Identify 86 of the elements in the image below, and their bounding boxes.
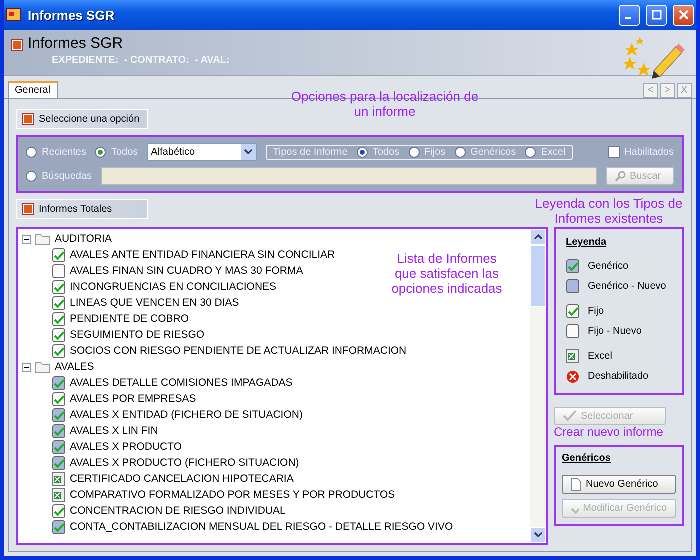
checked-document-icon [52,248,66,262]
legend-item: Genérico - Nuevo [566,278,672,294]
window-title: Informes SGR [28,8,116,22]
scroll-up-icon[interactable] [534,234,542,240]
checked-document-icon [52,280,66,294]
scrollbar-thumb[interactable] [530,245,546,307]
tree-item[interactable]: LINEAS QUE VENCEN EN 30 DIAS [52,295,240,311]
legend-item: Fijo - Nuevo [566,324,672,340]
app-icon [6,7,22,23]
section-title: Informes Totales [39,204,112,214]
checked-document-icon [52,328,66,342]
tree-item[interactable]: PENDIENTE DE COBRO [52,311,190,327]
tree-item[interactable]: INCONGRUENCIAS EN CONCILIACIONES [52,279,277,295]
checked-document-icon [52,504,66,518]
tree-item[interactable]: AVALES ANTE ENTIDAD FINANCIERA SIN CONCILIAR [52,247,336,263]
document-icon [566,278,580,294]
disabled-icon [566,370,580,384]
section-title: Seleccione una opción [39,114,140,124]
close-icon [678,10,688,20]
checked-document-icon [52,440,66,454]
scrollbar[interactable] [530,229,546,543]
bullet-icon [23,114,33,124]
tree-item[interactable]: AVALES FINAN SIN CUADRO Y MAS 30 FORMA [52,263,304,279]
bullet-icon [23,204,33,214]
new-generic-button[interactable]: Nuevo Genérico [562,475,676,494]
folder-icon [35,360,51,374]
tab[interactable]: General [8,81,58,98]
annotation-text: Leyenda con los Tipos de Infomes existentes [534,196,684,226]
annotation-text: Lista de Informes que satisfacen las opciones indicadas [390,251,504,296]
maximize-icon [652,10,662,20]
checked-document-icon [52,296,66,310]
maximize-button[interactable] [646,4,667,26]
checked-document-icon [52,392,66,406]
tree-item[interactable]: AVALES POR EMPRESAS [52,391,196,407]
tree-item[interactable]: AVALES X PRODUCTO [52,439,182,455]
document-icon [52,264,66,278]
checked-document-icon [52,520,66,534]
checked-document-icon [52,376,66,390]
checked-document-icon [52,312,66,326]
close-button[interactable] [673,4,694,26]
annotation-text: Opciones para la localización de un informe [290,89,480,119]
collapse-icon[interactable] [22,362,31,372]
legend-item: Fijo [566,303,672,320]
legend-item: Deshabilitado [566,368,672,386]
tree-item[interactable]: AVALES X LIN FIN [52,423,158,439]
checked-document-icon [52,344,66,358]
search-icon [615,170,626,182]
tree-item[interactable]: CONCENTRACION DE RIESGO INDIVIDUAL [52,503,286,519]
tree-folder[interactable]: AVALES [22,359,94,375]
group-legend: Tipos de Informe [273,146,348,158]
spreadsheet-icon [52,488,66,502]
checked-document-icon [52,456,66,470]
checked-document-icon [52,424,66,438]
legend-item: Excel [566,348,672,365]
spreadsheet-icon [566,349,580,364]
tree-item[interactable]: SEGUIMIENTO DE RIESGO [52,327,205,343]
header-title: Informes SGR [28,35,124,52]
tree-item[interactable]: AVALES DETALLE COMISIONES IMPAGADAS [52,375,293,391]
tree-folder[interactable]: AUDITORIA [22,231,112,247]
tree-item[interactable]: COMPARATIVO FORMALIZADO POR MESES Y POR PRODUCTOS [52,487,396,503]
order-dropdown[interactable]: Alfabético [147,143,258,161]
checkmark-icon [563,410,577,422]
checked-document-icon [566,304,580,319]
tree-item[interactable]: AVALES X ENTIDAD (FICHERO DE SITUACION) [52,407,303,423]
checked-document-icon [52,408,66,422]
generics-title: Genéricos [562,453,612,464]
checked-document-icon [566,258,580,274]
legend-item: Genérico [566,258,672,274]
caret-icon [241,144,256,160]
scroll-down-icon[interactable] [534,532,542,538]
minimize-button[interactable] [619,4,640,26]
annotation-text: Crear nuevo informe [554,425,664,439]
tree-item[interactable]: CONTA_CONTABILIZACION MENSUAL DEL RIESGO - DETALLE RIESGO VIVO [52,519,454,535]
document-icon [566,324,580,340]
minimize-icon [625,17,631,19]
spreadsheet-icon [52,472,66,486]
folder-icon [35,232,51,246]
record-info: EXPEDIENTE: - CONTRATO: - AVAL: [52,55,231,66]
collapse-icon[interactable] [22,234,31,244]
bullet-icon [12,40,22,50]
legend-title: Leyenda [566,237,608,248]
tree-item[interactable]: AVALES X PRODUCTO (FICHERO SITUACION) [52,455,300,471]
search-field[interactable] [101,167,597,185]
tree-item[interactable]: CERTIFICADO CANCELACION HIPOTECARIA [52,471,294,487]
document-icon [571,478,582,492]
tree-item[interactable]: SOCIOS CON RIESGO PENDIENTE DE ACTUALIZAR INFORMACION [52,343,407,359]
